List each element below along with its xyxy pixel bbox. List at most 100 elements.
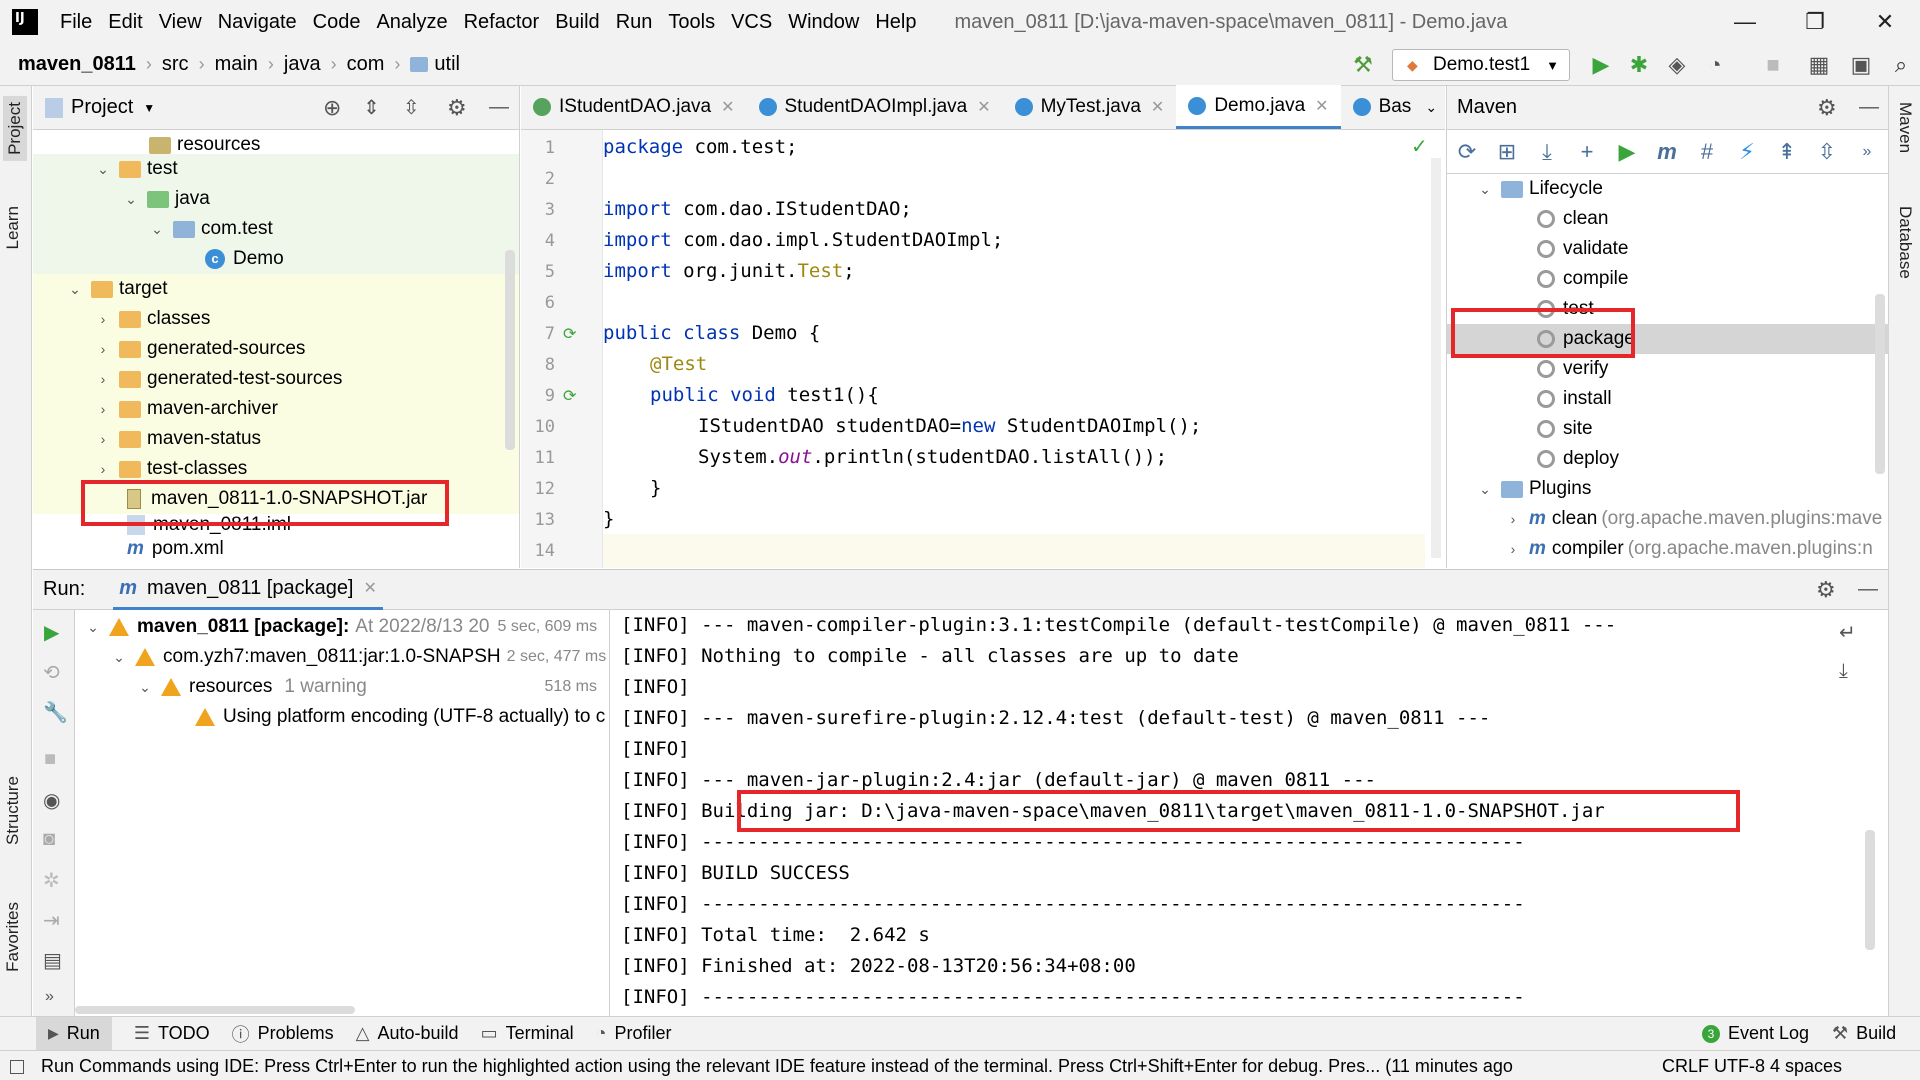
search-icon[interactable]: ⌕ xyxy=(1888,52,1914,78)
tree-row-classes[interactable]: › classes xyxy=(33,304,519,334)
status-message[interactable]: Run Commands using IDE: Press Ctrl+Enter… xyxy=(41,1056,1513,1076)
run-tree-root[interactable]: ⌄ maven_0811 [package]: At 2022/8/13 20 … xyxy=(85,612,597,642)
more-icon[interactable]: » xyxy=(45,988,54,1006)
scrollbar[interactable] xyxy=(1865,830,1875,950)
tree-row-pom[interactable]: m pom.xml xyxy=(33,534,519,564)
run-icon[interactable]: ▶ xyxy=(1607,139,1647,165)
tree-row-maven-archiver[interactable]: › maven-archiver xyxy=(33,394,519,424)
export-icon[interactable]: ⇥ xyxy=(43,908,60,933)
eye-icon[interactable]: ◉ xyxy=(43,788,60,813)
tab-istudentdao[interactable]: IStudentDAO.java ✕ xyxy=(521,85,747,129)
chevron-right-icon[interactable]: › xyxy=(95,424,111,454)
bottom-tab-todo[interactable]: ☰ TODO xyxy=(134,1023,210,1044)
maven-plugins-node[interactable]: ⌄ Plugins xyxy=(1477,474,1591,504)
chevron-down-icon[interactable]: ⌄ xyxy=(1425,99,1437,116)
chevron-down-icon[interactable]: ⌄ xyxy=(1477,174,1493,204)
minimize-icon[interactable]: — xyxy=(1710,0,1780,44)
scrollbar[interactable] xyxy=(1875,294,1885,474)
camera-icon[interactable]: ◙ xyxy=(43,828,55,851)
stripe-tab-maven[interactable]: Maven xyxy=(1895,102,1915,153)
build-hammer-icon[interactable]: ⚒ xyxy=(1350,52,1376,78)
tree-row-com-test[interactable]: ⌄ com.test xyxy=(33,214,519,244)
breadcrumb-src[interactable]: src xyxy=(162,53,189,76)
stripe-tab-learn[interactable]: Learn xyxy=(3,206,23,249)
hide-panel-icon[interactable]: — xyxy=(489,96,509,119)
add-icon[interactable]: + xyxy=(1567,139,1607,165)
tree-row-generated-sources[interactable]: › generated-sources xyxy=(33,334,519,364)
tree-row-generated-test-sources[interactable]: › generated-test-sources xyxy=(33,364,519,394)
settings-gear-icon[interactable]: ⚙ xyxy=(1817,95,1837,121)
scrollbar[interactable] xyxy=(75,1006,355,1014)
run-configuration-selector[interactable]: ◆ Demo.test1 ▼ xyxy=(1392,49,1570,81)
collapse-all-icon[interactable]: ⇳ xyxy=(1807,139,1847,165)
chevron-down-icon[interactable]: ⌄ xyxy=(1477,474,1493,504)
tree-row-target[interactable]: ⌄ target xyxy=(33,274,519,304)
show-dependencies-icon[interactable]: ⇞ xyxy=(1767,139,1807,165)
bottom-tab-terminal[interactable]: ▭ Terminal xyxy=(481,1023,574,1044)
close-icon[interactable]: ✕ xyxy=(1315,96,1328,116)
close-icon[interactable]: ✕ xyxy=(364,578,377,598)
close-icon[interactable]: ✕ xyxy=(721,97,734,117)
stripe-tab-favorites[interactable]: Favorites xyxy=(3,902,23,972)
project-structure-icon[interactable]: ▦ xyxy=(1806,52,1832,78)
bottom-tab-problems[interactable]: ⓘ Problems xyxy=(232,1021,334,1047)
maven-goal-clean[interactable]: clean xyxy=(1537,204,1608,234)
maven-plugin-clean[interactable]: › m clean (org.apache.maven.plugins:mave xyxy=(1505,504,1883,534)
rerun-icon[interactable]: ▶ xyxy=(44,620,59,645)
menu-run[interactable]: Run xyxy=(608,11,661,34)
bottom-tab-auto-build[interactable]: △ Auto-build xyxy=(356,1023,459,1044)
menu-code[interactable]: Code xyxy=(305,11,369,34)
maven-goal-compile[interactable]: compile xyxy=(1537,264,1628,294)
menu-edit[interactable]: Edit xyxy=(100,11,150,34)
maven-plugin-compiler[interactable]: › m compiler (org.apache.maven.plugins:n xyxy=(1505,534,1873,564)
run-gutter-icon[interactable]: ⟳ xyxy=(563,386,576,406)
settings-gear-icon[interactable]: ⚙ xyxy=(1816,577,1836,603)
chevron-down-icon[interactable]: ▼ xyxy=(143,101,155,115)
run-tree-warning[interactable]: Using platform encoding (UTF-8 actually)… xyxy=(195,702,605,732)
chevron-down-icon[interactable]: ⌄ xyxy=(149,214,165,244)
gear-icon[interactable]: ✲ xyxy=(43,868,60,893)
scrollbar[interactable] xyxy=(505,250,515,450)
chevron-down-icon[interactable]: ⌄ xyxy=(85,612,101,642)
chevron-right-icon[interactable]: › xyxy=(95,364,111,394)
stripe-tab-database[interactable]: Database xyxy=(1895,206,1915,279)
run-gutter-icon[interactable]: ⟳ xyxy=(563,324,576,344)
bottom-tab-run[interactable]: ▶ Run xyxy=(36,1017,112,1050)
menu-vcs[interactable]: VCS xyxy=(723,11,780,34)
soft-wrap-icon[interactable]: ↵ xyxy=(1839,620,1856,645)
menu-build[interactable]: Build xyxy=(547,11,607,34)
tab-demo[interactable]: Demo.java ✕ xyxy=(1176,85,1341,129)
menu-navigate[interactable]: Navigate xyxy=(210,11,305,34)
run-icon[interactable]: ▶ xyxy=(1588,52,1614,78)
tool-windows-icon[interactable] xyxy=(10,1060,24,1075)
status-encoding[interactable]: CRLF UTF-8 4 spaces xyxy=(1660,1051,1843,1080)
chevron-down-icon[interactable]: ⌄ xyxy=(67,274,83,304)
console-output[interactable]: [INFO] --- maven-compiler-plugin:3.1:tes… xyxy=(611,610,1888,1016)
menu-window[interactable]: Window xyxy=(780,11,867,34)
breadcrumb-project[interactable]: maven_0811 xyxy=(18,53,136,76)
chevron-down-icon[interactable]: ⌄ xyxy=(123,184,139,214)
menu-view[interactable]: View xyxy=(151,11,210,34)
maven-goal-install[interactable]: install xyxy=(1537,384,1612,414)
run-tree-artifact[interactable]: ⌄ com.yzh7:maven_0811:jar:1.0-SNAPSH 2 s… xyxy=(111,642,606,672)
debug-icon[interactable]: ⟲ xyxy=(43,660,60,685)
more-icon[interactable]: » xyxy=(1847,143,1887,161)
chevron-down-icon[interactable]: ⌄ xyxy=(111,642,127,672)
collapse-all-icon[interactable]: ⇳ xyxy=(403,95,420,120)
toggle-offline-icon[interactable]: # xyxy=(1687,139,1727,165)
breadcrumb-util[interactable]: util xyxy=(434,53,460,76)
breadcrumb-main[interactable]: main xyxy=(215,53,258,76)
menu-file[interactable]: File xyxy=(52,11,100,34)
chevron-right-icon[interactable]: › xyxy=(1505,504,1521,534)
run-tab[interactable]: m maven_0811 [package] ✕ xyxy=(113,570,383,610)
bottom-tab-build[interactable]: ⚒ Build xyxy=(1832,1023,1896,1044)
chevron-down-icon[interactable]: ⌄ xyxy=(95,154,111,184)
scrollbar[interactable] xyxy=(1431,158,1441,558)
menu-tools[interactable]: Tools xyxy=(660,11,723,34)
chevron-right-icon[interactable]: › xyxy=(95,334,111,364)
bottom-tab-event-log[interactable]: 3 Event Log xyxy=(1702,1023,1809,1044)
maven-goal-validate[interactable]: validate xyxy=(1537,234,1629,264)
chevron-down-icon[interactable]: ⌄ xyxy=(137,672,153,702)
layout-icon[interactable]: ▤ xyxy=(43,948,62,973)
debug-icon[interactable]: ✱ xyxy=(1626,52,1652,78)
